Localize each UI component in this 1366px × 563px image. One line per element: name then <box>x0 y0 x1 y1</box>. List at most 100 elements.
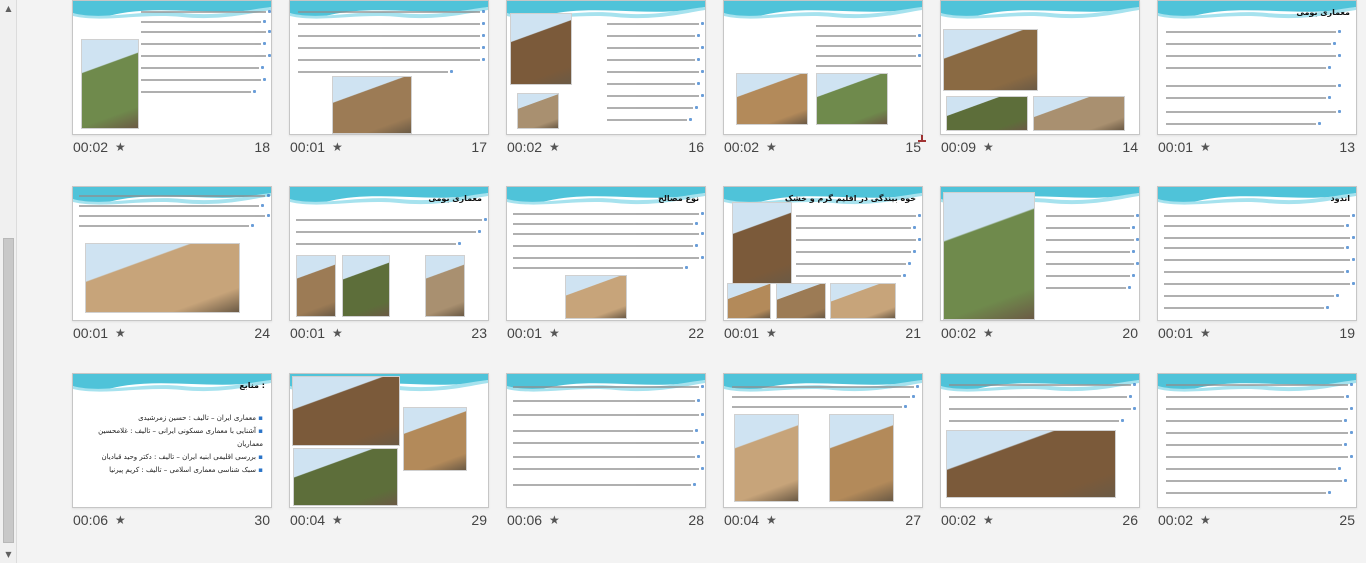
slide-cell[interactable]: معماری بومی 00:01 ★ 13 <box>1157 0 1357 170</box>
text-line <box>949 383 1136 386</box>
slide-thumbnail[interactable]: خوه بیندگی در اقلیم گرم و خشک <box>723 186 923 321</box>
slide-number: 24 <box>254 325 270 341</box>
slide-thumbnail[interactable] <box>940 373 1140 508</box>
text-line <box>298 10 485 13</box>
vertical-scrollbar[interactable]: ▲ ▼ <box>0 0 17 563</box>
star-icon[interactable]: ★ <box>332 513 343 527</box>
text-line <box>816 65 921 67</box>
slide-cell[interactable]: منابع : معماری ایران – تالیف : حسین زمرشی… <box>72 373 272 543</box>
slide-thumbnail[interactable] <box>1157 373 1357 508</box>
slide-thumbnail[interactable]: معماری بومی <box>1157 0 1357 135</box>
slide-number: 14 <box>1122 139 1138 155</box>
text-line <box>1166 395 1349 398</box>
text-line <box>296 230 481 233</box>
slide-cell[interactable]: 00:02 ★ 16 <box>506 0 706 170</box>
text-line <box>141 42 266 45</box>
slide-thumbnail[interactable] <box>506 0 706 135</box>
star-icon[interactable]: ★ <box>766 513 777 527</box>
slide-thumbnail[interactable] <box>940 0 1140 135</box>
slide-photo <box>342 255 390 317</box>
slide-cell[interactable]: 00:01 ★ 24 <box>72 186 272 356</box>
slide-meta: 00:04 ★ 27 <box>723 512 923 530</box>
slide-cell[interactable]: 00:09 ★ 14 <box>940 0 1140 170</box>
slide-cell[interactable]: 00:01 ★ 17 <box>289 0 489 170</box>
slide-thumbnail[interactable]: اندود <box>1157 186 1357 321</box>
slide-cell[interactable]: 00:04 ★ 29 <box>289 373 489 543</box>
text-line <box>607 118 692 121</box>
text-line <box>513 441 704 444</box>
slide-thumbnail[interactable] <box>940 186 1140 321</box>
slide-number: 18 <box>254 139 270 155</box>
slide-photo <box>565 275 627 319</box>
star-icon[interactable]: ★ <box>549 513 560 527</box>
slide-cell[interactable]: 00:02 ★ 26 <box>940 373 1140 543</box>
slide-duration: 00:02 <box>73 139 109 155</box>
slide-duration: 00:04 <box>724 512 760 528</box>
slide-number: 16 <box>688 139 704 155</box>
text-line <box>1166 467 1341 470</box>
slide-duration: 00:01 <box>290 325 326 341</box>
star-icon[interactable]: ★ <box>549 326 560 340</box>
arrow-down-icon[interactable]: ▼ <box>0 546 17 563</box>
star-icon[interactable]: ★ <box>332 140 343 154</box>
slide-thumbnail[interactable]: نوع مصالح <box>506 186 706 321</box>
slide-cell[interactable]: 00:06 ★ 28 <box>506 373 706 543</box>
slide-thumbnail[interactable]: معماری بومی <box>289 186 489 321</box>
star-icon[interactable]: ★ <box>115 140 126 154</box>
star-icon[interactable]: ★ <box>115 513 126 527</box>
slide-cell[interactable]: خوه بیندگی در اقلیم گرم و خشک 00:01 ★ 21 <box>723 186 923 356</box>
text-line <box>1166 110 1341 113</box>
text-line <box>513 385 704 388</box>
slide-title: خوه بیندگی در اقلیم گرم و خشک <box>784 194 916 203</box>
slide-meta: 00:02 ★ 25 <box>1157 512 1357 530</box>
slide-header-wave <box>941 1 1139 19</box>
slide-cell[interactable]: نوع مصالح 00:01 ★ 22 <box>506 186 706 356</box>
star-icon[interactable]: ★ <box>332 326 343 340</box>
text-line <box>1164 306 1329 309</box>
star-icon[interactable]: ★ <box>1200 140 1211 154</box>
slide-thumbnail[interactable] <box>723 373 923 508</box>
star-icon[interactable]: ★ <box>766 326 777 340</box>
slide-cell[interactable]: اندود 00:01 ★ 19 <box>1157 186 1357 356</box>
star-icon[interactable]: ★ <box>983 513 994 527</box>
slide-meta: 00:06 ★ 30 <box>72 512 272 530</box>
scrollbar-thumb[interactable] <box>3 238 14 543</box>
slide-photo <box>425 255 465 317</box>
slide-thumbnail[interactable] <box>289 373 489 508</box>
slide-cell[interactable]: معماری بومی 00:01 ★ 23 <box>289 186 489 356</box>
slide-cell[interactable]: 00:02 ★ 18 <box>72 0 272 170</box>
slide-title: معماری بومی <box>428 194 482 203</box>
text-line <box>298 70 453 73</box>
slide-photo <box>736 73 808 125</box>
slide-thumbnail[interactable] <box>723 0 923 135</box>
star-icon[interactable]: ★ <box>766 140 777 154</box>
text-line <box>1046 250 1135 253</box>
text-line <box>79 224 254 227</box>
star-icon[interactable]: ★ <box>1200 326 1211 340</box>
slide-thumbnail[interactable] <box>72 186 272 321</box>
text-line <box>141 90 256 93</box>
slide-thumbnail[interactable] <box>72 0 272 135</box>
slide-cell[interactable]: 00:02 ★ 15 <box>723 0 923 170</box>
slide-cell[interactable]: 00:04 ★ 27 <box>723 373 923 543</box>
arrow-up-icon[interactable]: ▲ <box>0 0 17 17</box>
star-icon[interactable]: ★ <box>115 326 126 340</box>
slide-thumbnail[interactable]: منابع : معماری ایران – تالیف : حسین زمرشی… <box>72 373 272 508</box>
slide-photo <box>1033 96 1125 131</box>
slide-meta: 00:02 ★ 26 <box>940 512 1140 530</box>
star-icon[interactable]: ★ <box>983 140 994 154</box>
text-line <box>949 407 1136 410</box>
slide-photo <box>734 414 799 502</box>
slide-meta: 00:02 ★ 18 <box>72 139 272 157</box>
slide-cell[interactable]: 00:02 ★ 25 <box>1157 373 1357 543</box>
star-icon[interactable]: ★ <box>549 140 560 154</box>
slide-number: 23 <box>471 325 487 341</box>
slide-cell[interactable]: 00:02 ★ 20 <box>940 186 1140 356</box>
star-icon[interactable]: ★ <box>1200 513 1211 527</box>
star-icon[interactable]: ★ <box>983 326 994 340</box>
slide-header-wave <box>507 374 705 392</box>
slide-thumbnail[interactable] <box>289 0 489 135</box>
text-line <box>1046 238 1139 241</box>
slide-photo <box>943 192 1035 320</box>
slide-thumbnail[interactable] <box>506 373 706 508</box>
